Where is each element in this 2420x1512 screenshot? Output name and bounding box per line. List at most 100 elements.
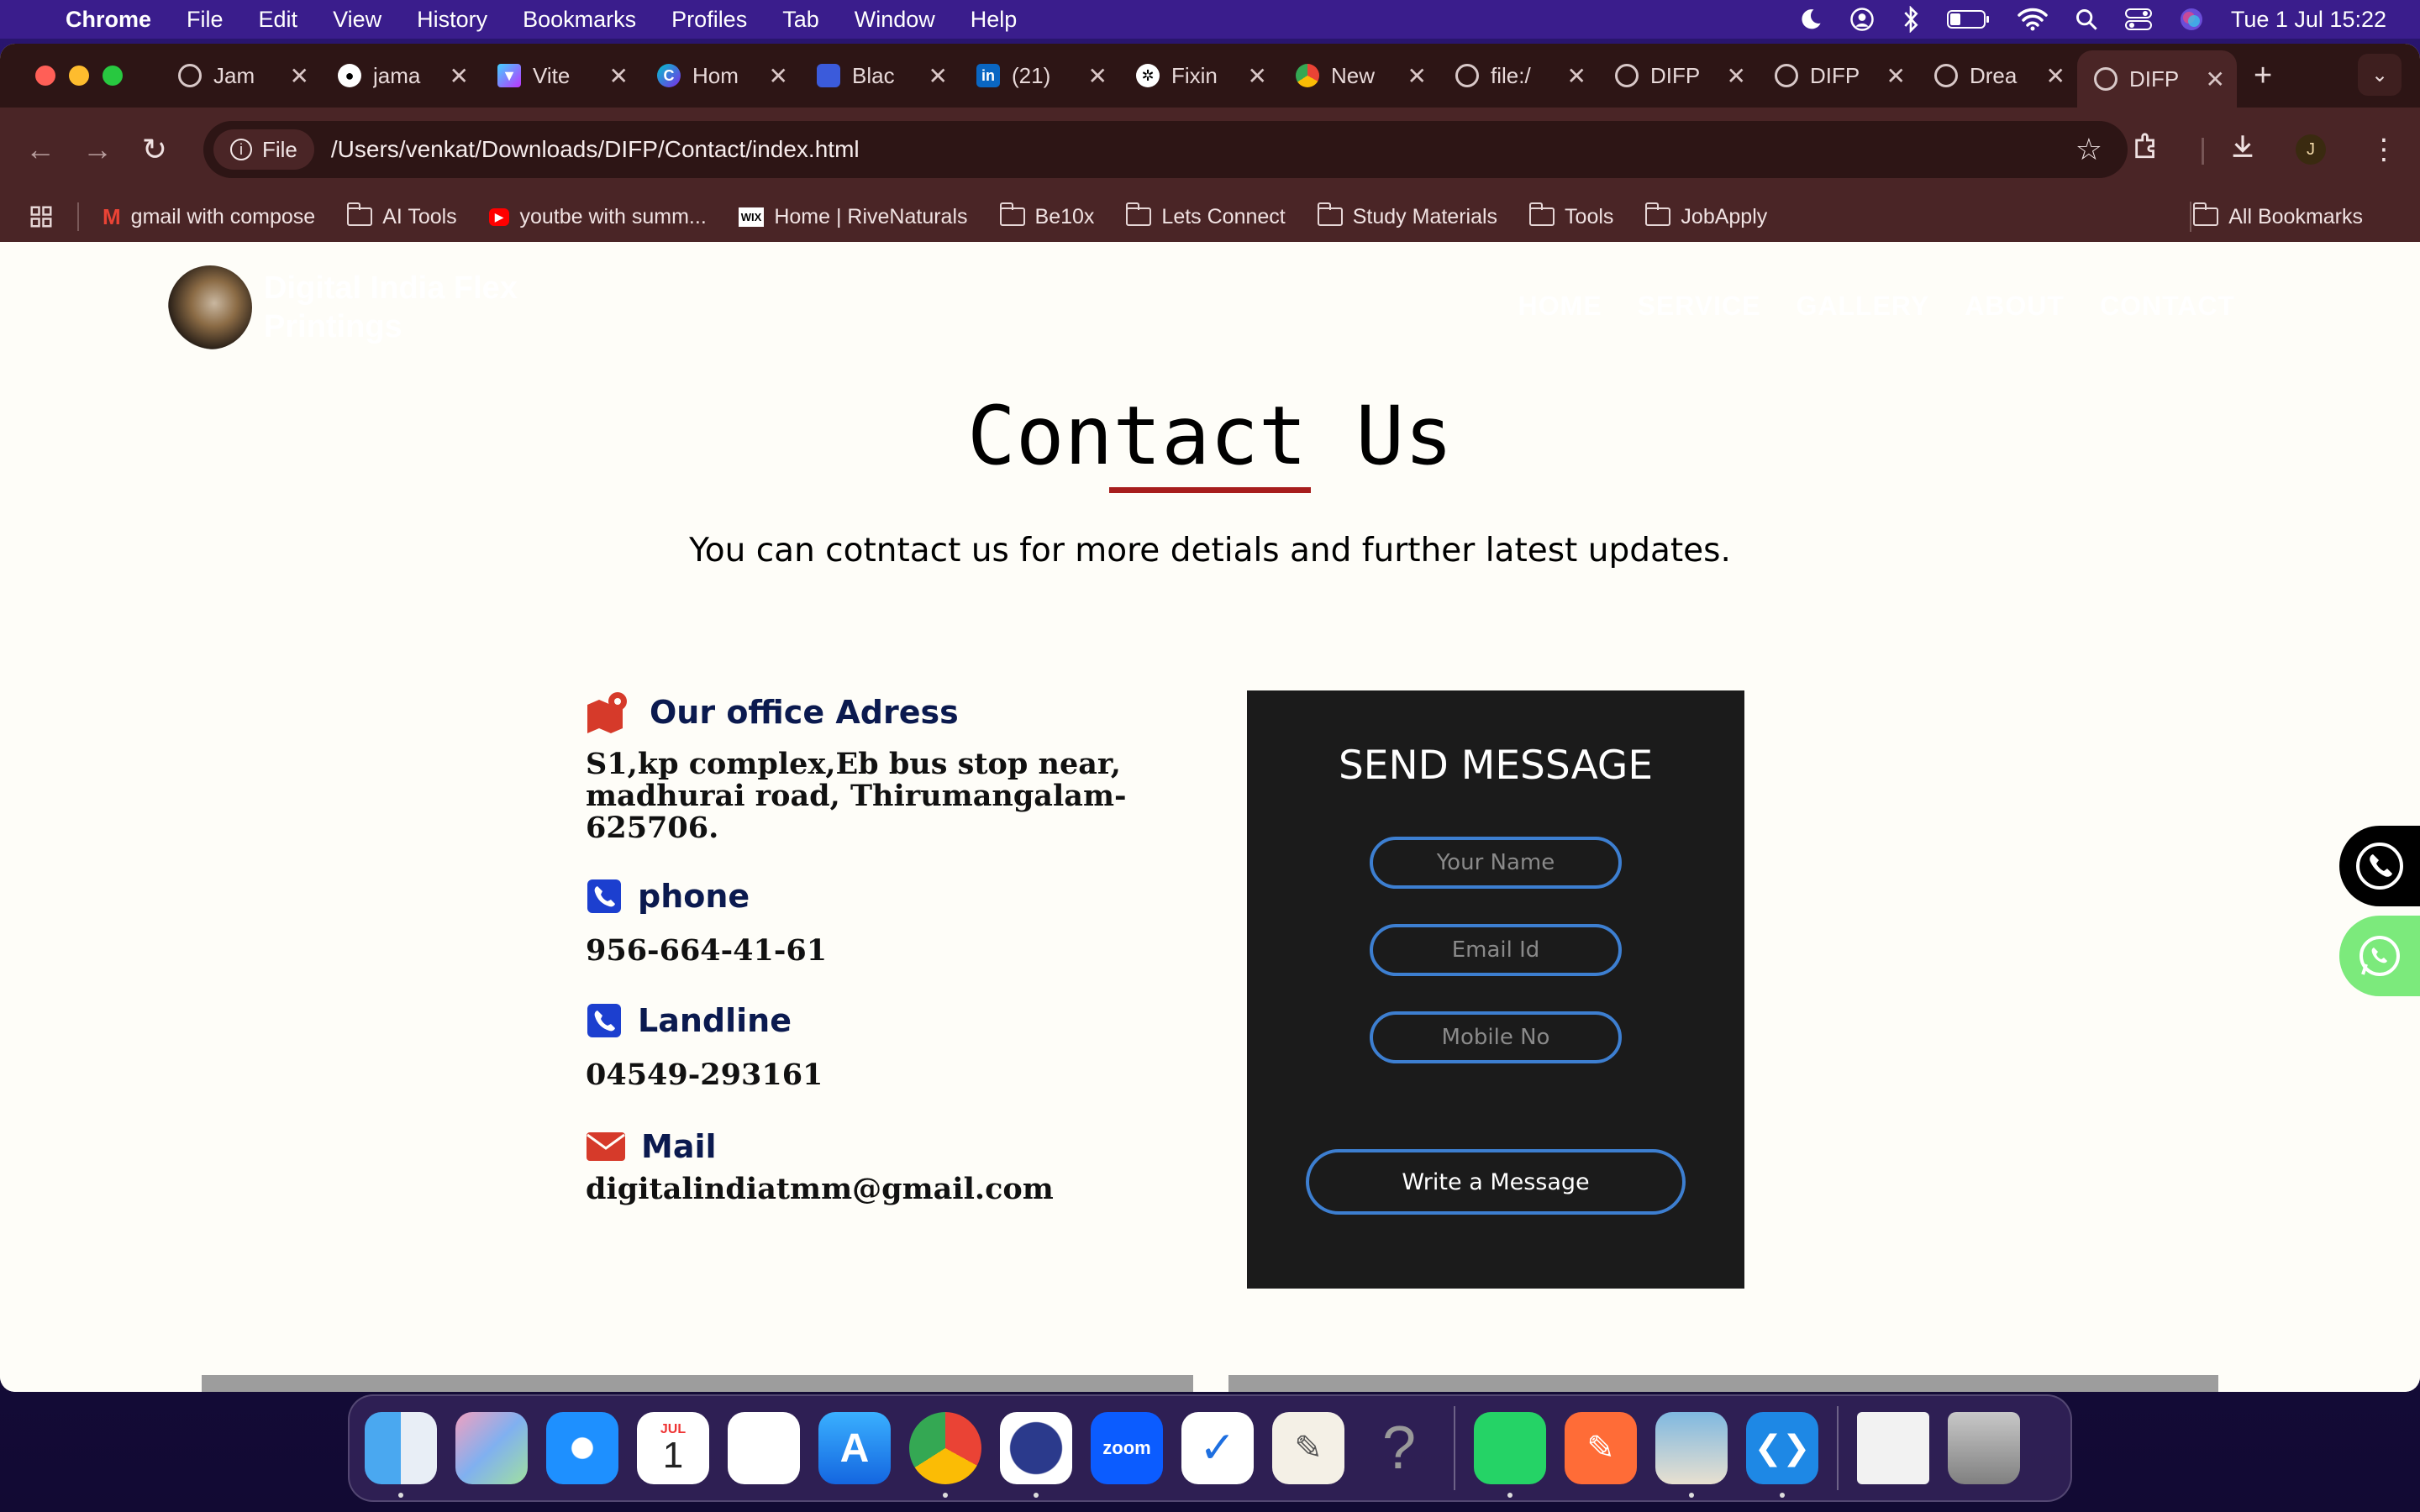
reload-icon[interactable]: ↻ <box>138 132 171 167</box>
tab-12-active[interactable]: DIFP ✕ <box>2077 50 2237 108</box>
nav-service[interactable]: SERVICE <box>1638 291 1761 322</box>
email-input[interactable] <box>1370 924 1622 976</box>
close-window-button[interactable] <box>35 66 55 86</box>
close-tab-icon[interactable]: ✕ <box>1567 62 1586 90</box>
tab-8[interactable]: file:/ ✕ <box>1439 50 1598 101</box>
siri-icon[interactable] <box>2179 7 2204 32</box>
tab-9[interactable]: DIFP ✕ <box>1598 50 1758 101</box>
battery-icon[interactable] <box>1946 8 1991 30</box>
phone-number[interactable]: 956-664-41-61 <box>586 935 1224 967</box>
wifi-icon[interactable] <box>2018 8 2048 31</box>
close-tab-icon[interactable]: ✕ <box>2206 66 2225 93</box>
close-tab-icon[interactable]: ✕ <box>929 62 948 90</box>
menu-history[interactable]: History <box>417 7 487 33</box>
tab-7[interactable]: New ✕ <box>1279 50 1439 101</box>
forward-arrow-icon[interactable]: → <box>81 132 114 167</box>
menu-file[interactable]: File <box>187 7 224 33</box>
close-tab-icon[interactable]: ✕ <box>290 62 309 90</box>
tab-1[interactable]: ● jama ✕ <box>321 50 481 101</box>
app-store-icon[interactable]: A <box>818 1412 891 1484</box>
menu-edit[interactable]: Edit <box>259 7 298 33</box>
bookmark-tools[interactable]: Tools <box>1529 202 1613 229</box>
question-mark-icon[interactable]: ? <box>1363 1412 1435 1484</box>
apps-grid-icon[interactable] <box>29 204 54 229</box>
close-tab-icon[interactable]: ✕ <box>1886 62 1906 90</box>
menu-window[interactable]: Window <box>855 7 935 33</box>
more-menu-icon[interactable]: ⋮ <box>2370 133 2398 166</box>
new-tab-icon[interactable]: + <box>2254 58 2272 94</box>
address-bar[interactable]: i File /Users/venkat/Downloads/DIFP/Conta… <box>203 121 2128 178</box>
preview-icon[interactable] <box>1655 1412 1728 1498</box>
url-text[interactable]: /Users/venkat/Downloads/DIFP/Contact/ind… <box>331 136 860 163</box>
spotlight-search-icon[interactable] <box>2075 8 2098 31</box>
whatsapp-float-button[interactable] <box>2339 916 2420 996</box>
landline-number[interactable]: 04549-293161 <box>586 1059 1224 1091</box>
menubar-clock[interactable]: Tue 1 Jul 15:22 <box>2231 7 2386 33</box>
zoom-window-button[interactable] <box>103 66 123 86</box>
close-tab-icon[interactable]: ✕ <box>2046 62 2065 90</box>
control-center-icon[interactable] <box>2124 8 2152 31</box>
zoom-icon[interactable]: zoom <box>1091 1412 1163 1484</box>
back-arrow-icon[interactable]: ← <box>24 132 57 167</box>
bookmark-ai-tools[interactable]: AI Tools <box>347 202 457 229</box>
tab-11[interactable]: Drea ✕ <box>1918 50 2077 101</box>
textedit-icon[interactable]: ✎ <box>1272 1412 1344 1484</box>
close-tab-icon[interactable]: ✕ <box>1248 62 1267 90</box>
menu-profiles[interactable]: Profiles <box>671 7 747 33</box>
tab-0[interactable]: Jam ✕ <box>161 50 321 101</box>
profile-avatar[interactable]: J <box>2296 134 2326 165</box>
tab-4[interactable]: Blac ✕ <box>800 50 960 101</box>
bookmark-youtube[interactable]: ▶ youtbe with summ... <box>488 205 707 229</box>
tab-search-chevron-icon[interactable]: ⌄ <box>2358 54 2402 96</box>
menu-app-name[interactable]: Chrome <box>66 7 151 33</box>
nav-contact[interactable]: CONTACT <box>2100 291 2235 322</box>
tab-3[interactable]: C Hom ✕ <box>640 50 800 101</box>
bookmark-rivenaturals[interactable]: WIX Home | RiveNaturals <box>738 205 968 229</box>
bluetooth-icon[interactable] <box>1902 6 1920 33</box>
bookmark-be10x[interactable]: Be10x <box>999 202 1094 229</box>
close-tab-icon[interactable]: ✕ <box>450 62 469 90</box>
postman-icon[interactable]: ✎ <box>1565 1412 1637 1484</box>
download-icon[interactable] <box>2228 132 2257 168</box>
menu-bookmarks[interactable]: Bookmarks <box>523 7 636 33</box>
moon-icon[interactable] <box>1799 8 1823 31</box>
tab-2[interactable]: ▼ Vite ✕ <box>481 50 640 101</box>
menu-help[interactable]: Help <box>971 7 1018 33</box>
safari-icon[interactable] <box>546 1412 618 1484</box>
vscode-icon[interactable]: ❮❯ <box>1746 1412 1818 1498</box>
tab-5[interactable]: in (21) ✕ <box>960 50 1119 101</box>
close-tab-icon[interactable]: ✕ <box>1407 62 1427 90</box>
minimized-window-thumbnail[interactable] <box>1857 1412 1929 1484</box>
menu-view[interactable]: View <box>333 7 381 33</box>
finder-icon[interactable] <box>365 1412 437 1498</box>
mobile-input[interactable] <box>1370 1011 1622 1063</box>
whatsapp-icon[interactable] <box>1474 1412 1546 1498</box>
reminders-icon[interactable] <box>728 1412 800 1484</box>
tab-6[interactable]: ✲ Fixin ✕ <box>1119 50 1279 101</box>
minimize-window-button[interactable] <box>69 66 89 86</box>
chrome-icon[interactable] <box>909 1412 981 1498</box>
close-tab-icon[interactable]: ✕ <box>769 62 788 90</box>
site-brand[interactable]: Digital India Flex Printings <box>264 269 533 346</box>
tab-10[interactable]: DIFP ✕ <box>1758 50 1918 101</box>
bookmark-gmail[interactable]: Mgmail with compose <box>103 204 315 230</box>
bookmark-study-materials[interactable]: Study Materials <box>1317 202 1497 229</box>
site-logo[interactable] <box>168 265 252 349</box>
nav-home[interactable]: HOME <box>1518 291 1602 322</box>
site-info-chip[interactable]: i File <box>213 129 314 170</box>
bookmark-star-icon[interactable]: ☆ <box>2075 132 2102 167</box>
tasks-check-icon[interactable]: ✓ <box>1181 1412 1254 1484</box>
trash-icon[interactable] <box>1948 1412 2020 1484</box>
nav-about[interactable]: ABOUT <box>1965 291 2065 322</box>
close-tab-icon[interactable]: ✕ <box>1088 62 1107 90</box>
call-float-button[interactable] <box>2339 826 2420 906</box>
nav-gallery[interactable]: GALLERY <box>1796 291 1929 322</box>
write-message-button[interactable]: Write a Message <box>1306 1149 1686 1215</box>
user-circle-icon[interactable] <box>1849 7 1875 32</box>
bookmark-jobapply[interactable]: JobApply <box>1645 202 1767 229</box>
name-input[interactable] <box>1370 837 1622 889</box>
extensions-puzzle-icon[interactable] <box>2132 132 2160 168</box>
close-tab-icon[interactable]: ✕ <box>1727 62 1746 90</box>
calendar-icon[interactable]: JUL 1 <box>637 1412 709 1484</box>
eclipse-icon[interactable] <box>1000 1412 1072 1498</box>
